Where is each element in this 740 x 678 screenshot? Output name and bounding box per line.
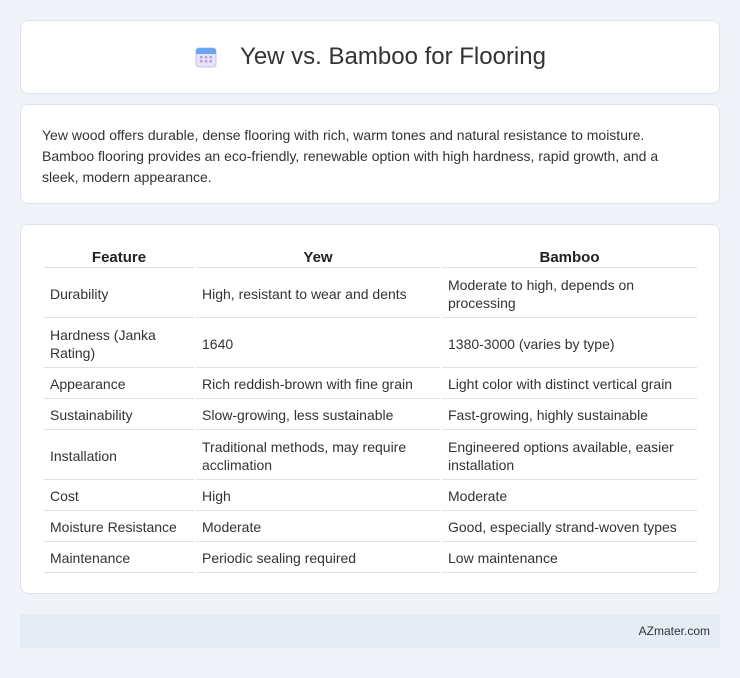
table-cell: Installation <box>44 432 194 480</box>
table-row: Moisture Resistance Moderate Good, espec… <box>44 513 697 542</box>
page-title: Yew vs. Bamboo for Flooring <box>240 43 546 70</box>
table-cell: Slow-growing, less sustainable <box>196 401 440 430</box>
intro-text: Yew wood offers durable, dense flooring … <box>42 127 659 185</box>
comparison-table: Feature Yew Bamboo Durability High, resi… <box>42 245 699 575</box>
table-cell: High, resistant to wear and dents <box>196 270 440 318</box>
table-cell: Sustainability <box>44 401 194 430</box>
header-feature: Feature <box>44 247 194 268</box>
footer: AZmater.com <box>20 614 720 648</box>
table-cell: Rich reddish-brown with fine grain <box>196 370 440 399</box>
table-row: Maintenance Periodic sealing required Lo… <box>44 544 697 573</box>
table-row: Cost High Moderate <box>44 482 697 511</box>
table-cell: Durability <box>44 270 194 318</box>
table-cell: Good, especially strand-woven types <box>442 513 697 542</box>
table-row: Appearance Rich reddish-brown with fine … <box>44 370 697 399</box>
table-cell: 1640 <box>196 320 440 368</box>
table-cell: Periodic sealing required <box>196 544 440 573</box>
table-row: Durability High, resistant to wear and d… <box>44 270 697 318</box>
table-header-row: Feature Yew Bamboo <box>44 247 697 268</box>
table-cell: Moderate <box>442 482 697 511</box>
table-cell: Engineered options available, easier ins… <box>442 432 697 480</box>
table-cell: High <box>196 482 440 511</box>
table-row: Sustainability Slow-growing, less sustai… <box>44 401 697 430</box>
comparison-table-card: Feature Yew Bamboo Durability High, resi… <box>20 224 720 594</box>
table-cell: Maintenance <box>44 544 194 573</box>
table-cell: Appearance <box>44 370 194 399</box>
title-card: Yew vs. Bamboo for Flooring <box>20 20 720 94</box>
table-cell: Cost <box>44 482 194 511</box>
table-cell: Low maintenance <box>442 544 697 573</box>
table-cell: Hardness (Janka Rating) <box>44 320 194 368</box>
table-cell: Traditional methods, may require acclima… <box>196 432 440 480</box>
table-row: Installation Traditional methods, may re… <box>44 432 697 480</box>
table-cell: 1380-3000 (varies by type) <box>442 320 697 368</box>
table-row: Hardness (Janka Rating) 1640 1380-3000 (… <box>44 320 697 368</box>
table-cell: Moderate to high, depends on processing <box>442 270 697 318</box>
header-bamboo: Bamboo <box>442 247 697 268</box>
calendar-icon <box>195 47 217 68</box>
footer-site-link[interactable]: AZmater.com <box>639 624 710 638</box>
table-cell: Fast-growing, highly sustainable <box>442 401 697 430</box>
table-cell: Moderate <box>196 513 440 542</box>
table-cell: Moisture Resistance <box>44 513 194 542</box>
table-cell: Light color with distinct vertical grain <box>442 370 697 399</box>
intro-card: Yew wood offers durable, dense flooring … <box>20 104 720 204</box>
header-yew: Yew <box>196 247 440 268</box>
